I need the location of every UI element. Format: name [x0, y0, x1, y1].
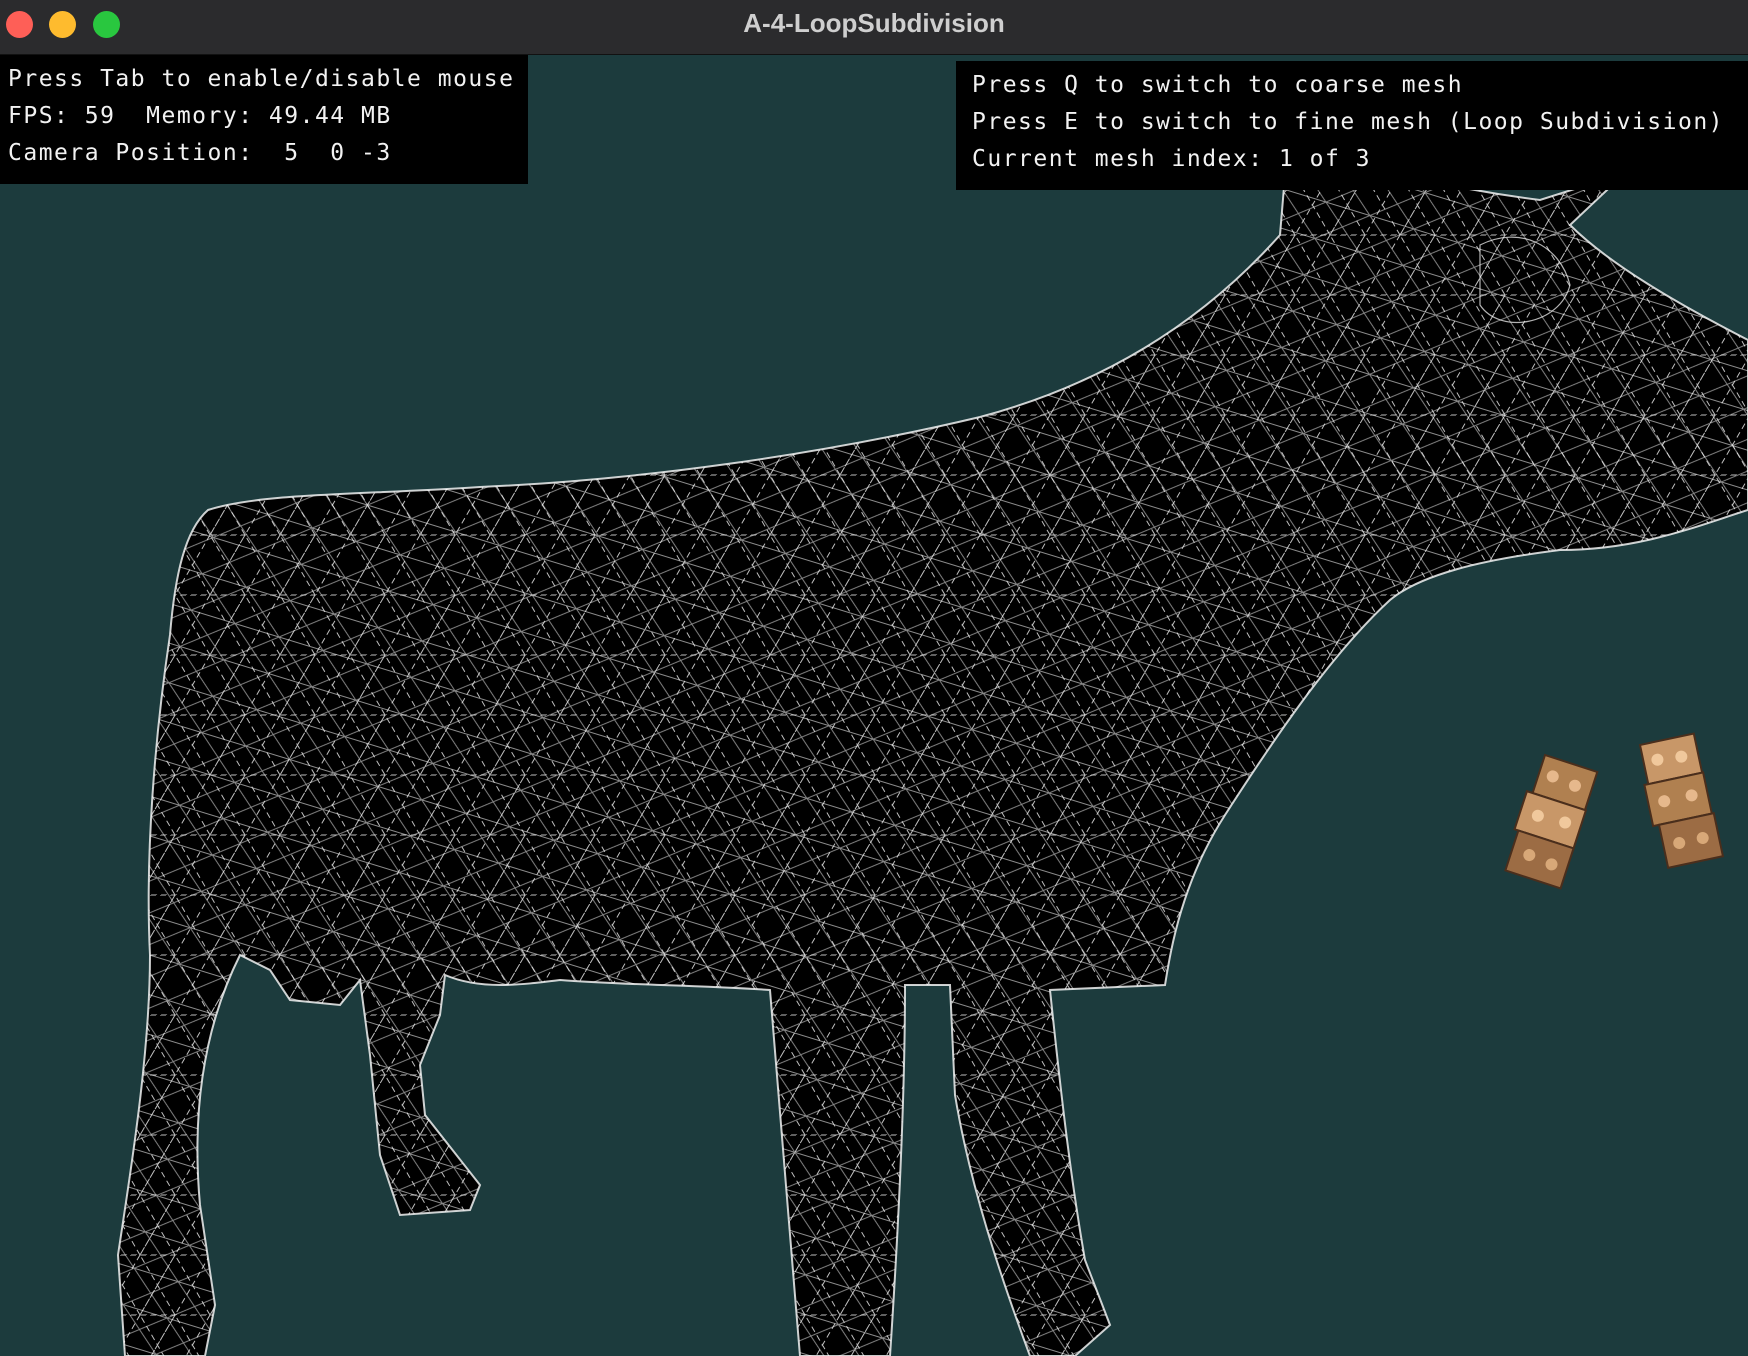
window-title: A-4-LoopSubdivision: [743, 8, 1005, 38]
camera-position-readout: Camera Position: 5 0 -3: [8, 140, 392, 166]
info-overlay-right: Press Q to switch to coarse mesh Press E…: [956, 61, 1748, 190]
cow-wireframe-mesh: [117, 172, 1748, 1356]
textured-cube-stack-left: [1504, 753, 1599, 890]
mouse-toggle-hint: Press Tab to enable/disable mouse: [8, 66, 515, 92]
app-window: A-4-LoopSubdivision Press Tab to enable/…: [0, 0, 1748, 1356]
info-overlay-left: Press Tab to enable/disable mouse FPS: 5…: [0, 55, 528, 184]
coarse-mesh-hint: Press Q to switch to coarse mesh: [972, 72, 1464, 98]
render-viewport[interactable]: Press Tab to enable/disable mouse FPS: 5…: [0, 55, 1748, 1356]
title-bar[interactable]: A-4-LoopSubdivision: [0, 0, 1748, 55]
textured-cube-stack-right: [1638, 732, 1725, 870]
mesh-index-readout: Current mesh index: 1 of 3: [972, 146, 1372, 172]
fine-mesh-hint: Press E to switch to fine mesh (Loop Sub…: [972, 109, 1725, 135]
fps-memory-readout: FPS: 59 Memory: 49.44 MB: [8, 103, 392, 129]
scene-canvas[interactable]: [0, 55, 1748, 1356]
